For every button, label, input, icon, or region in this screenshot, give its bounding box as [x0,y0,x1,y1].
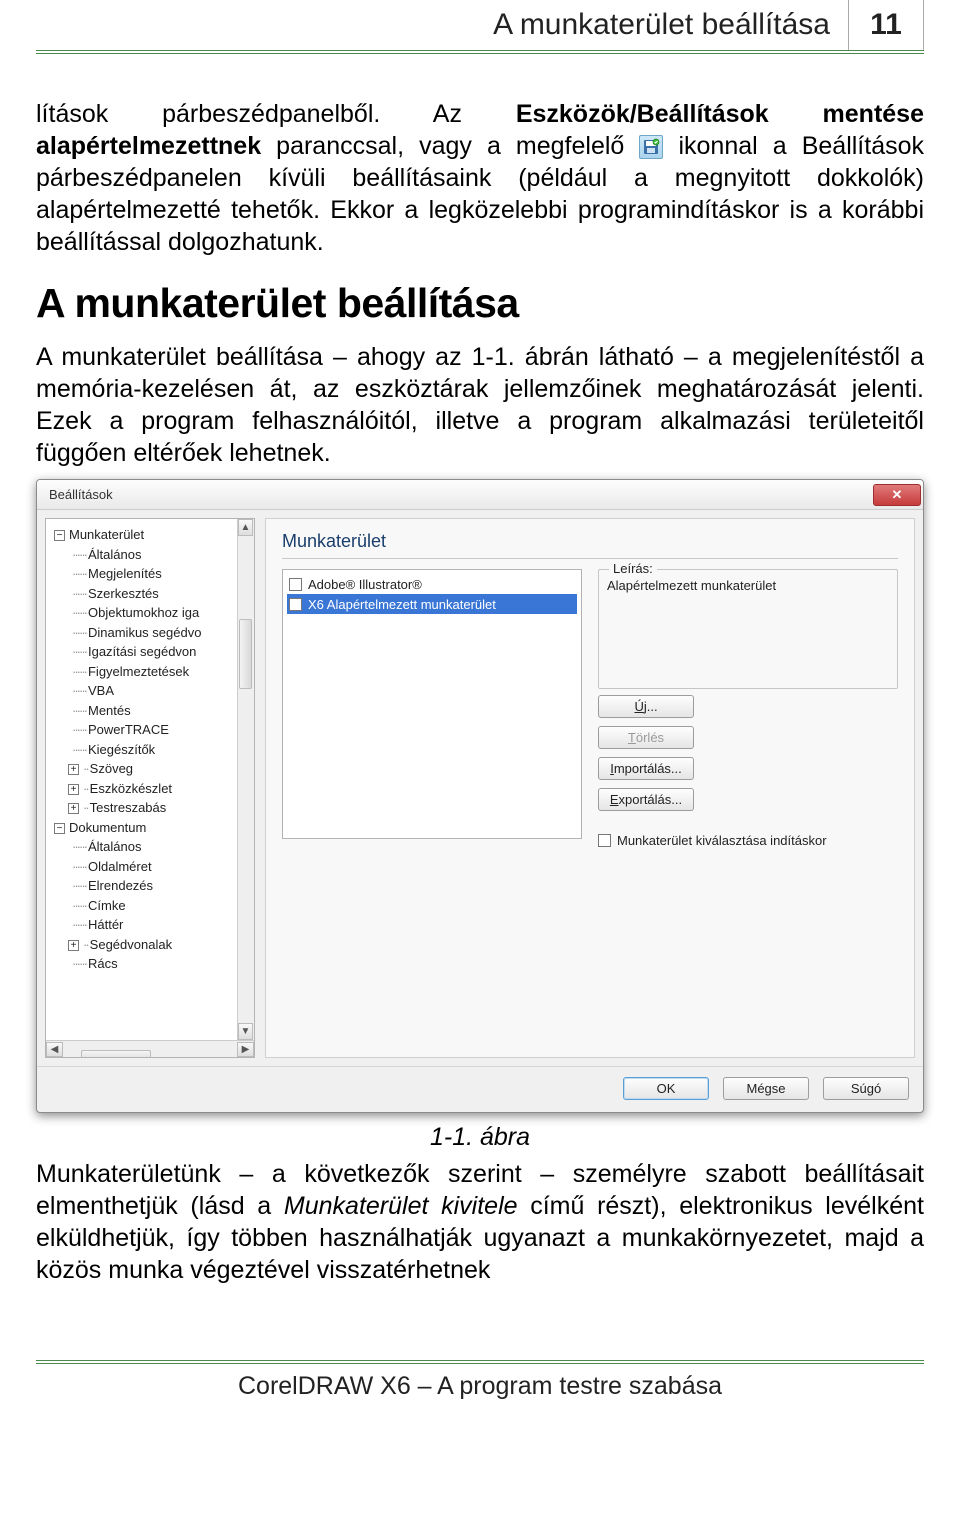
settings-dialog: Beállítások ✕ −Munkaterület ······Általá… [36,479,924,1113]
tree-item[interactable]: Dinamikus segédvo [88,625,201,640]
list-item[interactable]: Adobe® Illustrator® [287,574,577,594]
header-title: A munkaterület beállítása [36,0,848,50]
description-fieldset: Leírás: Alapértelmezett munkaterület [598,569,898,689]
figure-caption: 1-1. ábra [36,1123,924,1152]
description-legend: Leírás: [609,561,657,576]
page-header: A munkaterület beállítása 11 [36,0,924,54]
tree-item[interactable]: Testreszabás [90,800,167,815]
list-item-label: X6 Alapértelmezett munkaterület [308,597,496,612]
close-button[interactable]: ✕ [873,484,921,506]
tree-item[interactable]: Segédvonalak [90,937,172,952]
tree-item[interactable]: Háttér [88,917,123,932]
expand-icon[interactable]: + [68,803,79,814]
dialog-titlebar[interactable]: Beállítások ✕ [37,480,923,510]
export-button[interactable]: Exportálás... [598,788,694,811]
expand-icon[interactable]: + [68,764,79,775]
workspace-listbox[interactable]: Adobe® Illustrator® ✔ X6 Alapértelmezett… [282,569,582,839]
save-icon [639,135,663,159]
tree-item[interactable]: Szerkesztés [88,586,159,601]
tree-item[interactable]: Figyelmeztetések [88,664,189,679]
tree-root-document[interactable]: Dokumentum [69,820,146,835]
list-item[interactable]: ✔ X6 Alapértelmezett munkaterület [287,594,577,614]
tree-item[interactable]: PowerTRACE [88,722,169,737]
checkbox-unchecked-icon[interactable] [289,578,302,591]
page-footer: CorelDRAW X6 – A program testre szabása [36,1360,924,1401]
collapse-icon[interactable]: − [54,530,65,541]
tree-item[interactable]: Megjelenítés [88,566,162,581]
startup-checkbox-label: Munkaterület kiválasztása indításkor [617,833,827,848]
import-button[interactable]: Importálás... [598,757,694,780]
pane-title: Munkaterület [282,531,898,552]
paragraph-2: A munkaterület beállítása – ahogy az 1-1… [36,341,924,469]
checkbox-unchecked-icon[interactable] [598,834,611,847]
section-heading: A munkaterület beállítása [36,280,924,327]
paragraph-1: lítások párbeszédpanelből. Az Eszközök/B… [36,98,924,258]
expand-icon[interactable]: + [68,940,79,951]
divider [282,558,898,559]
tree-item[interactable]: Kiegészítők [88,742,155,757]
list-item-label: Adobe® Illustrator® [308,577,422,592]
para3-italic: Munkaterület kivitele [284,1192,518,1220]
collapse-icon[interactable]: − [54,823,65,834]
expand-icon[interactable]: + [68,784,79,795]
checkbox-checked-icon[interactable]: ✔ [289,598,302,611]
tree-item[interactable]: Igazítási segédvon [88,644,196,659]
para1-c: paranccsal, vagy a megfelelő [261,132,639,160]
page-number: 11 [848,0,924,50]
ok-button[interactable]: OK [623,1077,709,1100]
tree-item[interactable]: Szöveg [90,761,133,776]
delete-button: Törlés [598,726,694,749]
tree-item[interactable]: Mentés [88,703,131,718]
description-text: Alapértelmezett munkaterület [607,578,889,593]
para1-a: lítások párbeszédpanelből. Az [36,100,516,128]
scroll-down-icon[interactable]: ▼ [238,1023,253,1040]
tree-item[interactable]: VBA [88,683,114,698]
dialog-footer: OK Mégse Súgó [37,1066,923,1112]
tree-item[interactable]: Általános [88,547,141,562]
close-icon: ✕ [892,487,903,503]
footer-text: CorelDRAW X6 – A program testre szabása [238,1372,722,1400]
tree-item[interactable]: Oldalméret [88,859,152,874]
settings-tree[interactable]: −Munkaterület ······Általános ······Megj… [46,519,254,980]
scroll-up-icon[interactable]: ▲ [238,519,253,536]
tree-item[interactable]: Címke [88,898,126,913]
tree-item[interactable]: Általános [88,839,141,854]
tree-item[interactable]: Rács [88,956,118,971]
tree-pane: −Munkaterület ······Általános ······Megj… [45,518,255,1058]
tree-item[interactable]: Eszközkészlet [90,781,172,796]
paragraph-3: Munkaterületünk – a következők szerint –… [36,1158,924,1286]
startup-checkbox-row[interactable]: Munkaterület kiválasztása indításkor [598,833,898,848]
tree-item[interactable]: Objektumokhoz iga [88,605,199,620]
cancel-button[interactable]: Mégse [723,1077,809,1100]
scroll-thumb[interactable] [239,619,252,689]
horizontal-scrollbar[interactable]: ◀ ▶ [46,1040,254,1057]
vertical-scrollbar[interactable]: ▲ ▼ [237,519,254,1040]
tree-item[interactable]: Elrendezés [88,878,153,893]
scroll-thumb[interactable] [81,1050,151,1058]
settings-right-pane: Munkaterület Adobe® Illustrator® ✔ X6 Al… [265,518,915,1058]
new-button[interactable]: Új... [598,695,694,718]
scroll-right-icon[interactable]: ▶ [237,1042,254,1057]
dialog-title: Beállítások [49,487,873,502]
scroll-left-icon[interactable]: ◀ [46,1042,63,1057]
dialog-body: −Munkaterület ······Általános ······Megj… [37,510,923,1066]
help-button[interactable]: Súgó [823,1077,909,1100]
tree-root-workspace[interactable]: Munkaterület [69,527,144,542]
